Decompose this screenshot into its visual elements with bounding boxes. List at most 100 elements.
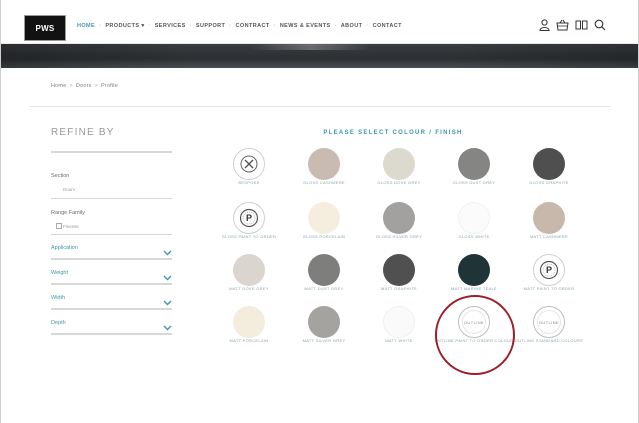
colour-swatch xyxy=(383,202,415,234)
outline-badge: OUTLINE xyxy=(533,306,565,338)
swatch-label: MATT PAINT TO ORDER xyxy=(523,286,575,291)
filter-label: Width xyxy=(51,295,66,301)
hero-image xyxy=(1,44,638,68)
swatch-outline-standard-colours[interactable]: OUTLINE OUTLINE STANDARD COLOURS xyxy=(509,306,589,348)
paint-to-order-icon: P xyxy=(233,202,265,234)
colour-swatch xyxy=(308,148,340,180)
swatch-label: GLOSS DOVE GREY xyxy=(377,180,421,185)
swatch-label: MATT SILVER GREY xyxy=(302,338,346,343)
divider xyxy=(29,106,611,107)
swatch-matt-porcelain[interactable]: MATT PORCELAIN xyxy=(209,306,289,348)
swatch-label: MATT GRAPHITE xyxy=(381,286,417,291)
swatch-label: GLOSS CASHMERE xyxy=(303,180,345,185)
swatch-label: GLOSS WHITE xyxy=(458,234,490,239)
colour-swatch xyxy=(458,202,490,234)
chevron-down-icon[interactable] xyxy=(163,268,172,286)
swatch-label: MATT DOVE GREY xyxy=(229,286,269,291)
nav-item-news-events[interactable]: NEWS & EVENTS xyxy=(278,23,333,29)
section-label: Section xyxy=(51,173,70,179)
paint-to-order-icon: P xyxy=(533,254,565,286)
compare-icon[interactable] xyxy=(575,19,588,31)
colour-swatch xyxy=(233,306,265,338)
highlight-ring xyxy=(435,295,515,375)
swatch-label: OUTLINE STANDARD COLOURS xyxy=(514,338,584,343)
filter-label: Weight xyxy=(51,270,69,276)
swatch-gloss-porcelain[interactable]: GLOSS PORCELAIN xyxy=(284,202,364,244)
range-family-checkbox[interactable] xyxy=(56,223,62,229)
colour-swatch xyxy=(383,306,415,338)
filter-depth[interactable]: Depth xyxy=(51,315,172,335)
breadcrumb-home[interactable]: Home xyxy=(51,83,66,89)
swatch-matt-graphite[interactable]: MATT GRAPHITE xyxy=(359,254,439,296)
site-header: PWS HOME · PRODUCTS ▾ · SERVICES · SUPPORT · CON… xyxy=(1,0,638,44)
refine-by-heading: REFINE BY xyxy=(51,127,115,138)
colour-swatch xyxy=(458,148,490,180)
chevron-down-icon[interactable] xyxy=(163,318,172,336)
svg-text:P: P xyxy=(246,213,252,223)
main-nav: HOME · PRODUCTS ▾ · SERVICES · SUPPORT · CONTRAC… xyxy=(75,23,404,29)
colour-swatch xyxy=(533,202,565,234)
swatch-label: GLOSS SILVER GREY xyxy=(375,234,423,239)
colour-swatch xyxy=(383,254,415,286)
outline-badge-label: OUTLINE xyxy=(538,319,560,325)
swatch-gloss-paint-to-order[interactable]: P GLOSS PAINT TO ORDER xyxy=(209,202,289,244)
colour-swatch xyxy=(233,254,265,286)
swatch-matt-white[interactable]: MATT WHITE xyxy=(359,306,439,348)
swatch-matt-dust-grey[interactable]: MATT DUST GREY xyxy=(284,254,364,296)
filter-weight[interactable]: Weight xyxy=(51,265,172,285)
nav-item-contract[interactable]: CONTRACT xyxy=(234,23,272,29)
swatch-label: MATT CASHMERE xyxy=(529,234,569,239)
chevron-down-icon[interactable] xyxy=(163,243,172,261)
search-icon[interactable] xyxy=(594,19,606,31)
bespoke-icon xyxy=(233,148,265,180)
colour-swatch xyxy=(533,148,565,180)
swatch-matt-dove-grey[interactable]: MATT DOVE GREY xyxy=(209,254,289,296)
section-value[interactable]: Doors xyxy=(63,187,75,192)
swatch-grid-title: PLEASE SELECT COLOUR / FINISH xyxy=(323,130,463,136)
logo[interactable]: PWS xyxy=(24,15,66,41)
swatch-gloss-silver-grey[interactable]: GLOSS SILVER GREY xyxy=(359,202,439,244)
chevron-down-icon[interactable] xyxy=(163,293,172,311)
nav-item-about[interactable]: ABOUT xyxy=(339,23,365,29)
breadcrumb-current: Profile xyxy=(101,83,118,89)
header-icons xyxy=(539,19,606,31)
swatch-label: MATT MARINE TEALE xyxy=(451,286,497,291)
colour-swatch xyxy=(308,202,340,234)
breadcrumb-doors[interactable]: Doors xyxy=(76,83,92,89)
swatch-label: MATT DUST GREY xyxy=(304,286,344,291)
swatch-gloss-dove-grey[interactable]: GLOSS DOVE GREY xyxy=(359,148,439,190)
range-family-value: Finesse xyxy=(63,224,79,229)
nav-item-support[interactable]: SUPPORT xyxy=(194,23,227,29)
basket-icon[interactable] xyxy=(556,19,569,31)
swatch-bespoke[interactable]: BESPOKE xyxy=(209,148,289,190)
swatch-label: BESPOKE xyxy=(238,180,260,185)
user-icon[interactable] xyxy=(539,19,550,31)
colour-swatch xyxy=(458,254,490,286)
swatch-label: GLOSS GRAPHITE xyxy=(529,180,569,185)
swatch-gloss-cashmere[interactable]: GLOSS CASHMERE xyxy=(284,148,364,190)
colour-swatch xyxy=(308,306,340,338)
swatch-gloss-dust-grey[interactable]: GLOSS DUST GREY xyxy=(434,148,514,190)
swatch-matt-silver-grey[interactable]: MATT SILVER GREY xyxy=(284,306,364,348)
filter-label: Depth xyxy=(51,320,66,326)
filter-application[interactable]: Application xyxy=(51,240,172,260)
breadcrumb: Home > Doors > Profile xyxy=(51,83,118,89)
svg-text:P: P xyxy=(546,265,552,275)
page: PWS HOME · PRODUCTS ▾ · SERVICES · SUPPORT · CON… xyxy=(0,0,639,423)
swatch-matt-paint-to-order[interactable]: P MATT PAINT TO ORDER xyxy=(509,254,589,296)
swatch-label: GLOSS PAINT TO ORDER xyxy=(221,234,277,239)
swatch-gloss-graphite[interactable]: GLOSS GRAPHITE xyxy=(509,148,589,190)
swatch-matt-marine-teale[interactable]: MATT MARINE TEALE xyxy=(434,254,514,296)
swatch-label: MATT WHITE xyxy=(385,338,413,343)
colour-swatch xyxy=(383,148,415,180)
nav-item-contact[interactable]: CONTACT xyxy=(371,23,404,29)
nav-item-services[interactable]: SERVICES xyxy=(153,23,188,29)
swatch-label: MATT PORCELAIN xyxy=(229,338,269,343)
swatch-gloss-white[interactable]: GLOSS WHITE xyxy=(434,202,514,244)
swatch-matt-cashmere[interactable]: MATT CASHMERE xyxy=(509,202,589,244)
nav-item-home[interactable]: HOME xyxy=(75,23,97,29)
filter-width[interactable]: Width xyxy=(51,290,172,310)
colour-swatch xyxy=(308,254,340,286)
range-family-label: Range Family xyxy=(51,210,85,216)
nav-item-products[interactable]: PRODUCTS ▾ xyxy=(103,23,146,29)
